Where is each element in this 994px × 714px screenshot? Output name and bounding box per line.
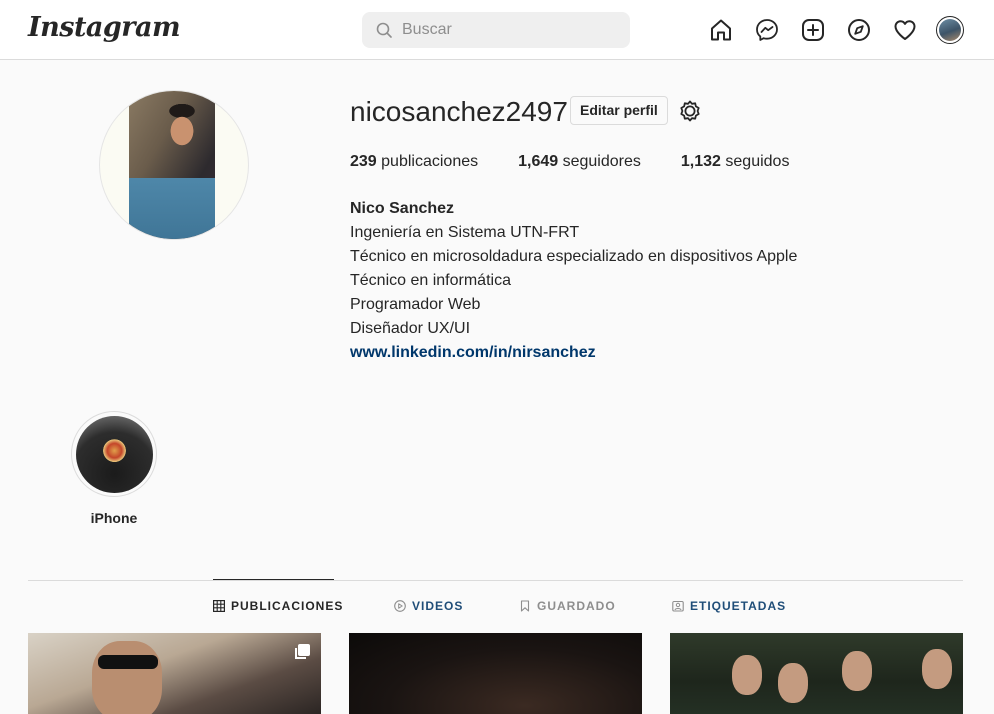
tab-publicaciones[interactable]: PUBLICACIONES [213, 599, 343, 613]
search-input[interactable] [402, 21, 602, 39]
profile-tabs: PUBLICACIONES VIDEOS GUARDADO ETIQUETADA… [0, 599, 994, 619]
posts-count-value: 239 [350, 153, 377, 170]
profile-avatar[interactable] [99, 90, 249, 240]
top-navigation-bar: Instagram [0, 0, 994, 60]
highlight-ring [71, 411, 157, 497]
search-box[interactable] [362, 12, 630, 48]
tab-etiquetadas[interactable]: ETIQUETADAS [672, 599, 786, 613]
bio-line: Técnico en microsoldadura especializado … [350, 248, 798, 265]
profile-bio: Nico Sanchez Ingeniería en Sistema UTN-F… [350, 197, 797, 365]
tab-label: GUARDADO [537, 599, 616, 613]
edit-profile-button[interactable]: Editar perfil [570, 96, 668, 125]
followers-count-value: 1,649 [518, 153, 559, 170]
post-image-content [842, 651, 872, 691]
posts-count-label: publicaciones [381, 153, 479, 170]
post-image-content [92, 641, 162, 714]
bio-line: Ingeniería en Sistema UTN-FRT [350, 224, 580, 241]
tab-label: ETIQUETADAS [690, 599, 787, 613]
explore-icon [848, 19, 870, 41]
bio-line: Técnico en informática [350, 272, 511, 289]
following-count-value: 1,132 [680, 153, 721, 170]
post-image-content [732, 655, 762, 695]
home-icon [711, 19, 731, 41]
following-count-label: seguidos [725, 153, 790, 170]
play-icon [394, 600, 406, 612]
settings-button[interactable] [677, 98, 703, 124]
bio-line: Diseñador UX/UI [350, 320, 471, 337]
nav-icons [706, 15, 964, 45]
post-thumbnail[interactable] [28, 633, 321, 714]
grid-icon [213, 600, 225, 612]
highlight-label: iPhone [90, 510, 138, 526]
messenger-icon [756, 19, 778, 41]
search-icon [376, 22, 392, 38]
following-count[interactable]: 1,132 seguidos [681, 153, 790, 171]
profile-avatar-image [939, 19, 961, 41]
active-tab-indicator [213, 579, 334, 580]
profile-username: nicosanchez2497 [350, 96, 568, 127]
post-thumbnail[interactable] [670, 633, 963, 714]
story-highlight[interactable]: iPhone [71, 411, 157, 526]
followers-count[interactable]: 1,649 seguidores [518, 153, 641, 171]
post-image-content [778, 663, 808, 703]
tabs-divider [28, 580, 963, 581]
profile-full-name: Nico Sanchez [350, 200, 455, 217]
profile-avatar-button[interactable] [936, 16, 964, 44]
new-post-button[interactable] [798, 15, 828, 45]
followers-count-label: seguidores [562, 153, 641, 170]
activity-button[interactable] [890, 15, 920, 45]
tab-label: VIDEOS [412, 599, 464, 613]
posts-count[interactable]: 239 publicaciones [350, 153, 478, 171]
gear-icon [680, 100, 700, 122]
post-image-content [922, 649, 952, 689]
instagram-logo[interactable]: Instagram [28, 12, 181, 43]
tab-videos[interactable]: VIDEOS [394, 599, 463, 613]
messenger-button[interactable] [752, 15, 782, 45]
explore-button[interactable] [844, 15, 874, 45]
home-button[interactable] [706, 15, 736, 45]
post-thumbnail[interactable] [349, 633, 642, 714]
profile-link[interactable]: www.linkedin.com/in/nirsanchez [350, 344, 596, 361]
heart-icon [894, 20, 916, 40]
bio-line: Programador Web [350, 296, 481, 313]
new-post-icon [802, 19, 824, 41]
bookmark-icon [520, 600, 530, 612]
post-image-detail [98, 655, 158, 669]
highlight-cover-image [75, 415, 153, 493]
carousel-icon [295, 644, 310, 659]
profile-photo [129, 91, 215, 239]
profile-stats: 239 publicaciones 1,649 seguidores 1,132… [350, 153, 829, 171]
tab-guardado[interactable]: GUARDADO [519, 599, 616, 613]
tagged-icon [672, 600, 684, 612]
tab-label: PUBLICACIONES [231, 599, 344, 613]
